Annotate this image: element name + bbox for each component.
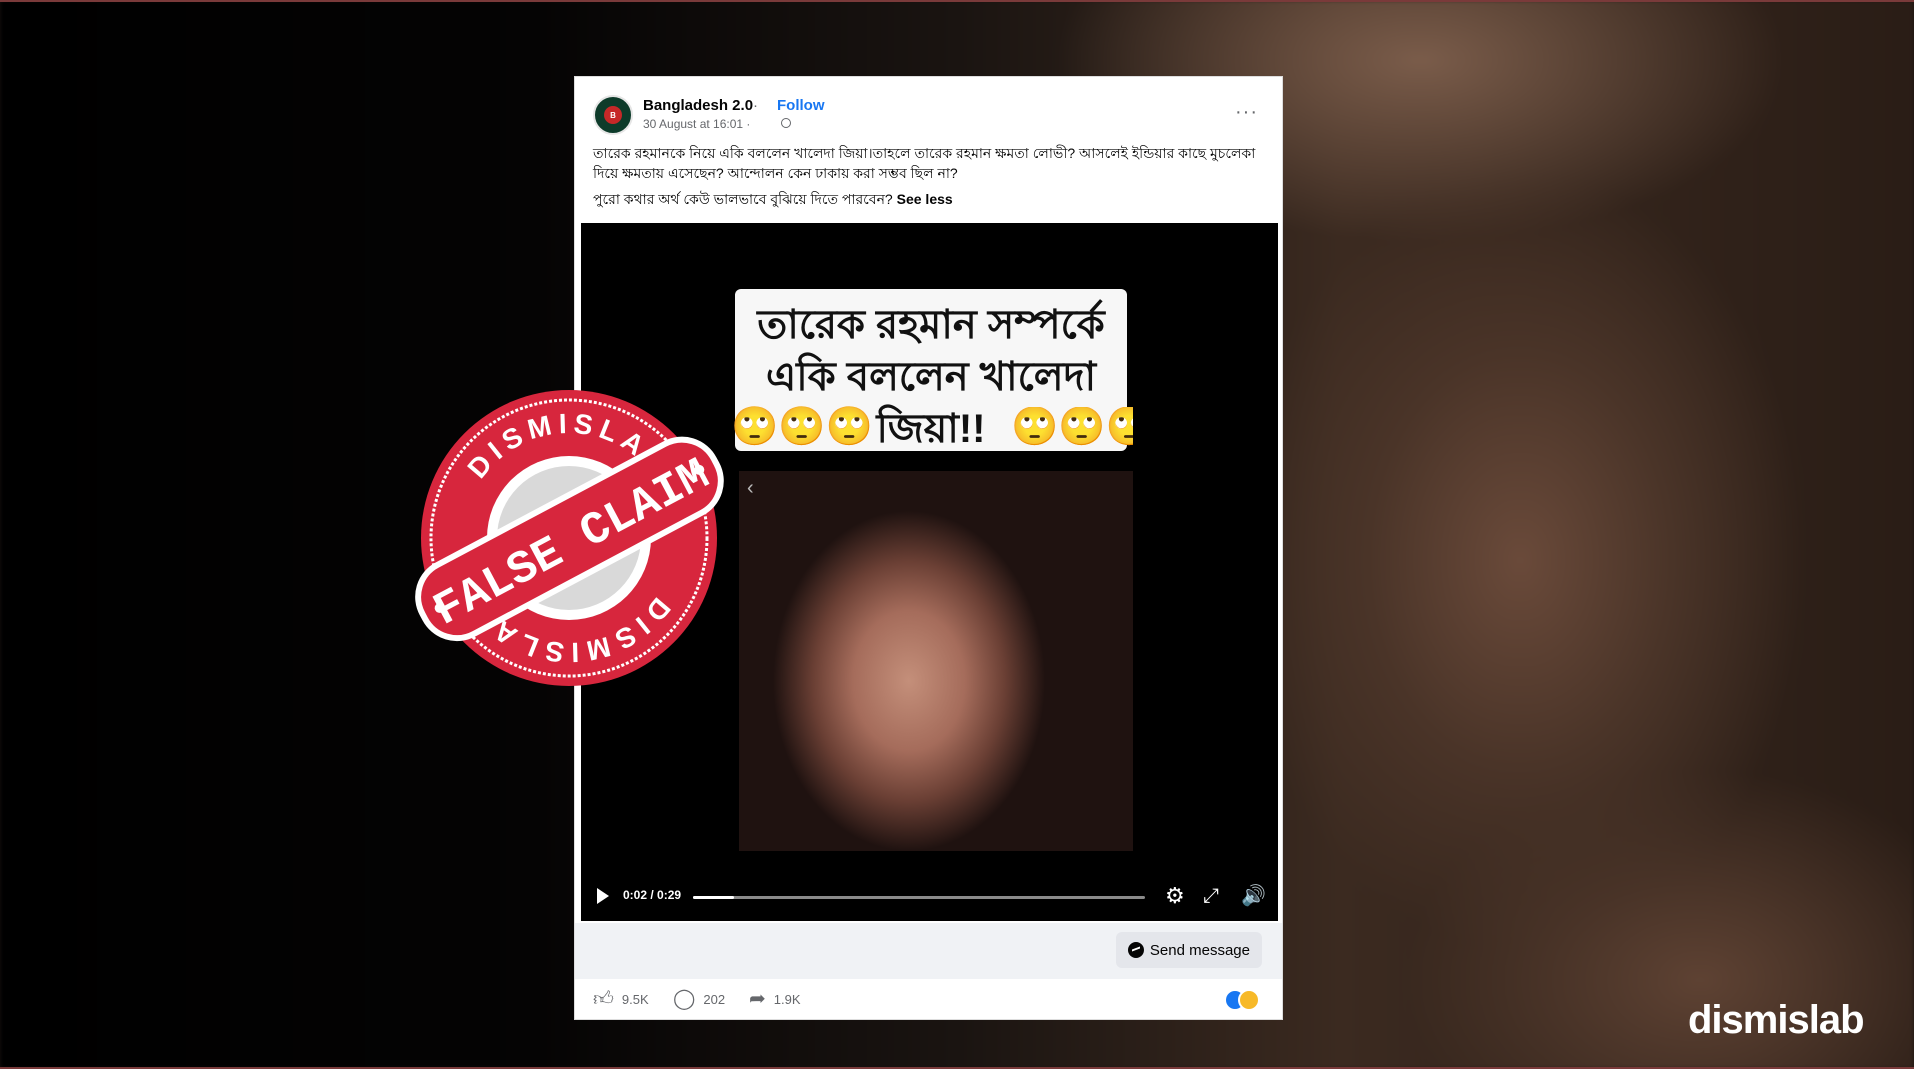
- video-title-line-1: তারেক রহমান সম্পর্কে: [757, 303, 1105, 347]
- eye-roll-emojis-left: 🙄🙄🙄: [731, 406, 873, 448]
- share-arrow-icon: ➦: [749, 988, 766, 1010]
- more-options-icon[interactable]: ···: [1235, 101, 1258, 124]
- like-count: 9.5K: [621, 991, 649, 1007]
- reaction-icons[interactable]: [1224, 989, 1264, 1011]
- page-name[interactable]: Bangladesh 2.0: [643, 97, 753, 114]
- chevron-left-icon: ‹: [747, 477, 754, 499]
- caption-paragraph-2: পুরো কথার অর্থ কেউ ভালভাবে বুঝিয়ে দিতে …: [593, 189, 1264, 209]
- message-bar: Send message: [575, 923, 1282, 979]
- share-count: 1.9K: [773, 991, 801, 1007]
- haha-reaction-icon: [1238, 989, 1260, 1011]
- follow-button[interactable]: Follow: [777, 97, 825, 114]
- see-less-link[interactable]: See less: [897, 191, 953, 207]
- dismislab-logo: dismislab: [1688, 998, 1865, 1042]
- send-message-label: Send message: [1149, 941, 1250, 959]
- post-header: B Bangladesh 2.0 · Follow 30 August at 1…: [593, 95, 1264, 135]
- comment-action[interactable]: ◯ 202: [673, 989, 725, 1009]
- eye-roll-emojis-right: 🙄🙄🙄: [1011, 407, 1133, 447]
- top-border: [0, 0, 1914, 2]
- globe-icon: [781, 118, 791, 128]
- caption-question: পুরো কথার অর্থ কেউ ভালভাবে বুঝিয়ে দিতে …: [593, 191, 893, 207]
- post-actions: 👍︎ 9.5K ◯ 202 ➦ 1.9K: [593, 981, 1264, 1017]
- volume-icon[interactable]: 🔊: [1241, 885, 1266, 907]
- separator: ·: [753, 97, 758, 114]
- video-title-line-2: একি বললেন খালেদা: [765, 355, 1097, 399]
- fullscreen-icon[interactable]: ⤢: [1203, 885, 1219, 907]
- caption-paragraph-1: তারেক রহমানকে নিয়ে একি বললেন খালেদা জিয…: [593, 145, 1256, 181]
- post-caption: তারেক রহমানকে নিয়ে একি বললেন খালেদা জিয…: [593, 143, 1264, 209]
- share-action[interactable]: ➦ 1.9K: [749, 989, 801, 1009]
- progress-fill: [693, 896, 734, 899]
- progress-bar[interactable]: [693, 896, 1145, 899]
- comment-count: 202: [703, 991, 726, 1007]
- like-action[interactable]: 👍︎ 9.5K: [593, 989, 649, 1009]
- play-icon[interactable]: [597, 888, 609, 904]
- settings-gear-icon[interactable]: ⚙: [1165, 885, 1187, 907]
- video-frame-image: [739, 471, 1133, 851]
- post-timestamp[interactable]: 30 August at 16:01 ·: [643, 117, 750, 131]
- messenger-icon: [1127, 942, 1144, 958]
- video-controls: 0:02 / 0:29 ⚙ ⤢ 🔊: [581, 873, 1278, 921]
- false-claim-stamp: DISMISLAB DISMISLAB FALSE CLAIM: [415, 390, 724, 686]
- send-message-button[interactable]: Send message: [1115, 932, 1262, 968]
- avatar-logo-icon: B: [604, 106, 622, 124]
- comment-bubble-icon: ◯: [673, 988, 696, 1010]
- page-avatar[interactable]: B: [593, 95, 633, 135]
- video-time: 0:02 / 0:29: [623, 888, 682, 902]
- thumbs-up-icon: 👍︎: [593, 988, 614, 1010]
